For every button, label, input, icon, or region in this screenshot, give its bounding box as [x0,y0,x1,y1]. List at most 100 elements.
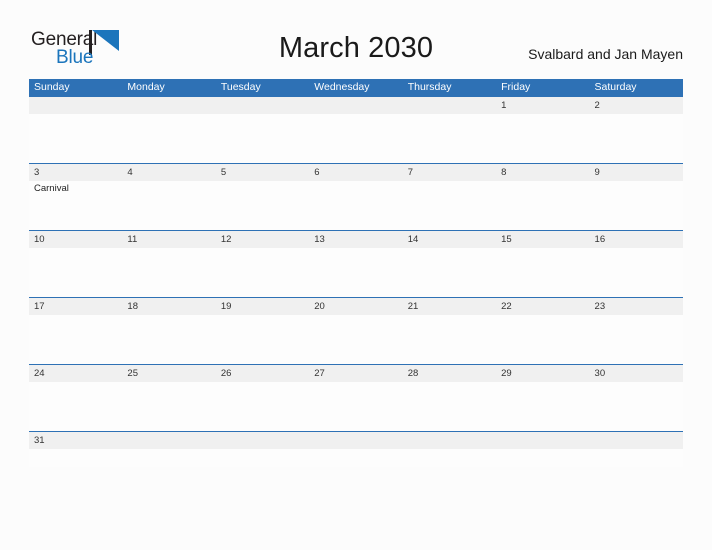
day-number[interactable]: 1 [496,97,589,114]
day-cell[interactable] [590,114,683,163]
page-header: General Blue March 2030 Svalbard and Jan… [0,0,712,80]
day-number[interactable]: 21 [403,298,496,315]
day-cell[interactable] [122,114,215,163]
day-number[interactable]: 22 [496,298,589,315]
day-cell[interactable] [496,449,589,467]
day-number[interactable]: 26 [216,365,309,382]
weekday-header-thursday: Thursday [407,81,452,93]
weekday-header-saturday: Saturday [594,81,637,93]
day-cell[interactable] [590,248,683,297]
day-number[interactable]: 12 [216,231,309,248]
day-number[interactable]: 29 [496,365,589,382]
day-cell[interactable] [590,315,683,364]
weekday-header-monday: Monday [127,81,165,93]
week-event-cells [29,449,683,467]
day-cell[interactable] [309,181,402,230]
day-number[interactable] [29,97,122,114]
day-cell[interactable] [29,114,122,163]
day-number[interactable] [590,432,683,449]
day-number[interactable]: 24 [29,365,122,382]
day-cell[interactable] [496,315,589,364]
day-cell[interactable] [122,248,215,297]
day-number[interactable]: 11 [122,231,215,248]
calendar-week-row: 10 11 12 13 14 15 16 [29,230,683,297]
week-daynumbers: 17 18 19 20 21 22 23 [29,298,683,315]
day-cell[interactable] [496,248,589,297]
week-daynumbers: 3 4 5 6 7 8 9 [29,164,683,181]
day-number[interactable]: 17 [29,298,122,315]
day-cell[interactable] [496,114,589,163]
day-number[interactable]: 5 [216,164,309,181]
day-cell[interactable] [590,449,683,467]
calendar-week-row: 24 25 26 27 28 29 30 [29,364,683,431]
calendar-table: Sunday Monday Tuesday Wednesday Thursday… [29,79,683,467]
day-cell[interactable] [216,382,309,431]
day-number[interactable]: 27 [309,365,402,382]
day-number[interactable]: 6 [309,164,402,181]
day-cell[interactable] [590,181,683,230]
day-number[interactable]: 13 [309,231,402,248]
day-cell[interactable] [122,181,215,230]
day-cell[interactable] [216,315,309,364]
day-number[interactable]: 10 [29,231,122,248]
day-cell[interactable] [29,315,122,364]
day-number[interactable]: 23 [590,298,683,315]
day-cell[interactable] [122,315,215,364]
day-number[interactable]: 19 [216,298,309,315]
day-cell[interactable] [309,449,402,467]
day-cell[interactable] [496,382,589,431]
day-number[interactable]: 18 [122,298,215,315]
day-number[interactable]: 9 [590,164,683,181]
day-cell[interactable] [403,449,496,467]
day-cell[interactable] [590,382,683,431]
day-number[interactable]: 3 [29,164,122,181]
day-cell[interactable] [309,114,402,163]
day-number[interactable] [403,97,496,114]
week-event-cells: Carnival [29,181,683,230]
day-cell[interactable] [496,181,589,230]
day-cell[interactable] [403,248,496,297]
day-cell[interactable]: Carnival [29,181,122,230]
calendar-week-row: 3 4 5 6 7 8 9 Carnival [29,163,683,230]
day-cell[interactable] [29,449,122,467]
day-number[interactable] [122,97,215,114]
day-cell[interactable] [309,382,402,431]
week-daynumbers: 31 [29,432,683,449]
day-cell[interactable] [122,449,215,467]
weekday-header-tuesday: Tuesday [220,81,261,93]
day-cell[interactable] [309,248,402,297]
day-cell[interactable] [403,114,496,163]
day-cell[interactable] [29,382,122,431]
day-cell[interactable] [216,114,309,163]
day-number[interactable] [309,432,402,449]
day-number[interactable] [496,432,589,449]
day-number[interactable]: 14 [403,231,496,248]
day-number[interactable]: 8 [496,164,589,181]
weekday-header-row: Sunday Monday Tuesday Wednesday Thursday… [29,79,683,96]
day-number[interactable] [309,97,402,114]
day-event: Carnival [34,183,69,194]
day-cell[interactable] [403,181,496,230]
day-number[interactable]: 4 [122,164,215,181]
day-number[interactable]: 16 [590,231,683,248]
day-number[interactable]: 7 [403,164,496,181]
day-cell[interactable] [309,315,402,364]
day-cell[interactable] [403,315,496,364]
day-cell[interactable] [29,248,122,297]
day-cell[interactable] [122,382,215,431]
day-cell[interactable] [216,248,309,297]
day-cell[interactable] [403,382,496,431]
day-cell[interactable] [216,449,309,467]
day-number[interactable] [216,432,309,449]
day-number[interactable]: 30 [590,365,683,382]
day-number[interactable]: 31 [29,432,122,449]
day-number[interactable]: 28 [403,365,496,382]
day-number[interactable]: 20 [309,298,402,315]
day-number[interactable]: 25 [122,365,215,382]
day-number[interactable]: 2 [590,97,683,114]
day-number[interactable] [216,97,309,114]
day-number[interactable] [403,432,496,449]
day-number[interactable] [122,432,215,449]
day-cell[interactable] [216,181,309,230]
day-number[interactable]: 15 [496,231,589,248]
